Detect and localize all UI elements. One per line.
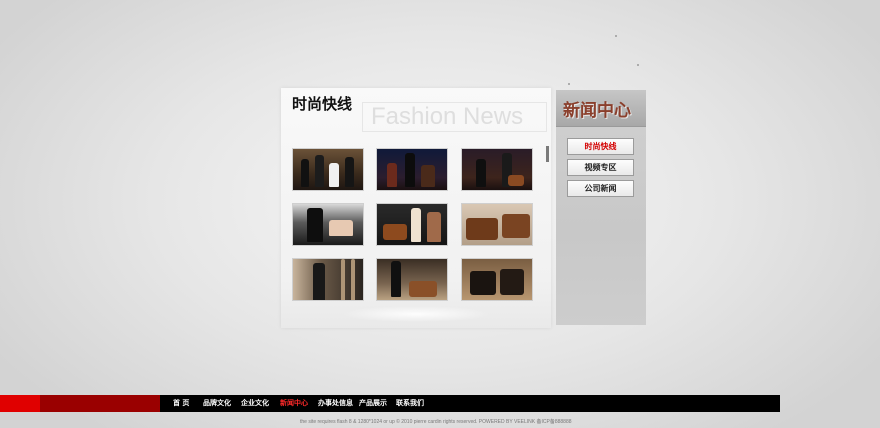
thumbnail-8[interactable] <box>376 258 448 301</box>
nav-corporate-culture[interactable]: 企业文化 <box>241 395 269 412</box>
decor-dot <box>615 35 617 37</box>
footer-accent-red <box>0 395 40 412</box>
footer-nav-bar: 首 页 品牌文化 企业文化 新闻中心 办事处信息 产品展示 联系我们 <box>0 395 780 412</box>
nav-products[interactable]: 产品展示 <box>359 395 387 412</box>
fashion-news-watermark: Fashion News <box>362 102 547 132</box>
sidebar-title: 新闻中心 <box>563 101 631 121</box>
news-content-panel: 时尚快线 Fashion News <box>281 88 551 328</box>
thumbnail-6[interactable] <box>461 203 533 246</box>
thumbnail-4[interactable] <box>292 203 364 246</box>
thumbnail-9[interactable] <box>461 258 533 301</box>
thumbnail-3[interactable] <box>461 148 533 191</box>
decor-dot <box>637 64 639 66</box>
thumbnail-5[interactable] <box>376 203 448 246</box>
nav-brand-culture[interactable]: 品牌文化 <box>203 395 231 412</box>
footer-accent-darkred <box>40 395 160 412</box>
thumbnail-7[interactable] <box>292 258 364 301</box>
news-center-sidebar: 新闻中心 时尚快线 视频专区 公司新闻 <box>556 90 646 325</box>
nav-contact[interactable]: 联系我们 <box>396 395 424 412</box>
gallery-scrollbar[interactable] <box>546 146 549 162</box>
copyright-text: the site requires flash 8 & 1280*1024 or… <box>300 419 572 425</box>
sidebar-button-fashion-news[interactable]: 时尚快线 <box>567 138 634 155</box>
nav-news-center[interactable]: 新闻中心 <box>280 395 308 412</box>
page-title: 时尚快线 <box>292 95 353 113</box>
nav-office-info[interactable]: 办事处信息 <box>318 395 353 412</box>
sidebar-button-company-news[interactable]: 公司新闻 <box>567 180 634 197</box>
sidebar-button-videos[interactable]: 视频专区 <box>567 159 634 176</box>
sidebar-header: 新闻中心 <box>556 90 646 127</box>
thumbnail-2[interactable] <box>376 148 448 191</box>
thumbnail-1[interactable] <box>292 148 364 191</box>
nav-home[interactable]: 首 页 <box>173 395 189 412</box>
decor-dot <box>568 83 570 85</box>
